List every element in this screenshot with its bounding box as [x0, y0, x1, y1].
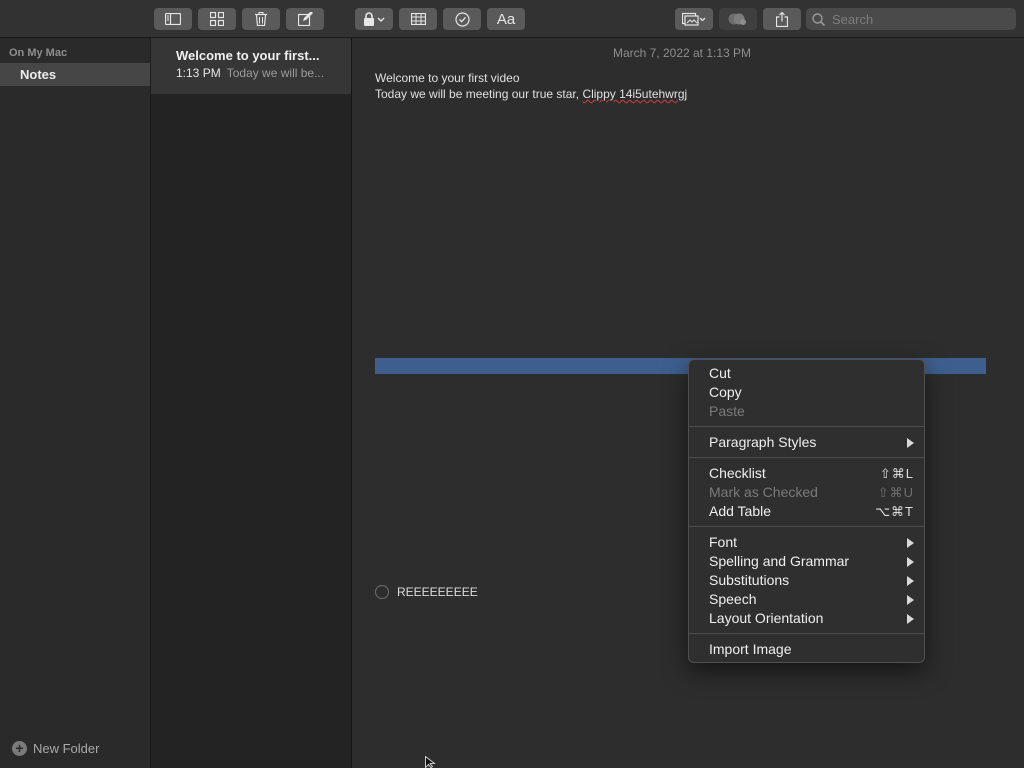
mouse-pointer-icon [425, 756, 436, 768]
menu-item-layout-orientation[interactable]: Layout Orientation [689, 609, 924, 628]
menu-label: Paragraph Styles [709, 434, 817, 450]
trash-icon [255, 12, 267, 26]
note-title: Welcome to your first... [176, 48, 320, 63]
media-icon [682, 12, 706, 26]
collaborate-button[interactable] [719, 8, 757, 30]
note-list: Welcome to your first... 1:13 PM Today we… [151, 38, 352, 768]
menu-item-checklist[interactable]: Checklist ⇧⌘L [689, 464, 924, 483]
lock-menu-button[interactable] [355, 8, 393, 30]
menu-label: Cut [709, 365, 731, 381]
menu-separator [689, 457, 924, 458]
menu-item-mark-as-checked: Mark as Checked ⇧⌘U [689, 483, 924, 502]
note-line-title[interactable]: Welcome to your first video [375, 71, 520, 85]
checklist-icon [454, 11, 470, 27]
menu-item-font[interactable]: Font [689, 533, 924, 552]
toolbar: Aa [0, 0, 1024, 38]
menu-item-import-image[interactable]: Import Image [689, 640, 924, 659]
sidebar-toggle-button[interactable] [154, 8, 192, 30]
menu-label: Mark as Checked [709, 484, 818, 500]
menu-item-speech[interactable]: Speech [689, 590, 924, 609]
submenu-arrow-icon [907, 556, 914, 567]
menu-label: Substitutions [709, 572, 790, 588]
collaborate-icon [728, 13, 746, 25]
search-field[interactable] [806, 8, 1016, 30]
format-text-icon: Aa [496, 10, 516, 28]
menu-label: Copy [709, 384, 742, 400]
menu-item-add-table[interactable]: Add Table ⌥⌘T [689, 502, 924, 521]
menu-label: Layout Orientation [709, 610, 824, 626]
note-time: 1:13 PM [176, 66, 221, 80]
notes-app-window: Aa Search On My Mac Notes + New Folder W… [0, 0, 1024, 768]
menu-label: Checklist [709, 465, 766, 481]
checklist-button[interactable] [443, 8, 481, 30]
format-button[interactable]: Aa [487, 8, 525, 30]
checklist-item-text[interactable]: REEEEEEEEE [397, 585, 478, 599]
compose-button[interactable] [286, 8, 324, 30]
gallery-view-button[interactable] [198, 8, 236, 30]
compose-icon [297, 12, 313, 26]
share-icon [776, 11, 788, 27]
note-snippet: Today we will be... [226, 66, 325, 80]
submenu-arrow-icon [907, 437, 914, 448]
share-button[interactable] [763, 8, 801, 30]
gallery-view-icon [210, 12, 224, 26]
menu-separator [689, 426, 924, 427]
checklist-item[interactable]: REEEEEEEEE [375, 585, 478, 599]
submenu-arrow-icon [907, 594, 914, 605]
note-meta: 1:13 PM Today we will be... [176, 66, 341, 80]
menu-label: Import Image [709, 641, 792, 657]
search-input[interactable] [830, 10, 1000, 28]
menu-item-substitutions[interactable]: Substitutions [689, 571, 924, 590]
menu-item-paste: Paste [689, 402, 924, 421]
delete-button[interactable] [242, 8, 280, 30]
menu-label: Add Table [709, 503, 772, 519]
new-folder-label: New Folder [33, 741, 100, 756]
table-icon [410, 13, 426, 25]
menu-item-copy[interactable]: Copy [689, 383, 924, 402]
misspelled-word[interactable]: Clippy 14i5utehwrgj [582, 87, 687, 101]
note-list-item[interactable]: Welcome to your first... 1:13 PM Today we… [151, 38, 351, 94]
context-menu: Cut Copy Paste Paragraph Styles Checklis… [688, 359, 925, 663]
plus-circle-icon: + [12, 741, 27, 756]
new-folder-button[interactable]: + New Folder [12, 741, 99, 756]
submenu-arrow-icon [907, 537, 914, 548]
checkbox-circle-icon[interactable] [375, 585, 389, 599]
menu-label: Speech [709, 591, 757, 607]
menu-label: Spelling and Grammar [709, 553, 850, 569]
menu-item-cut[interactable]: Cut [689, 364, 924, 383]
media-button[interactable] [675, 8, 713, 30]
submenu-arrow-icon [907, 575, 914, 586]
menu-shortcut: ⇧⌘U [877, 485, 914, 500]
lock-icon [364, 12, 385, 26]
menu-label: Paste [709, 403, 745, 419]
note-date: March 7, 2022 at 1:13 PM [612, 46, 752, 60]
menu-separator [689, 633, 924, 634]
menu-item-spelling-and-grammar[interactable]: Spelling and Grammar [689, 552, 924, 571]
menu-shortcut: ⌥⌘T [875, 504, 914, 519]
sidebar-item-notes[interactable]: Notes [0, 63, 150, 86]
menu-label: Font [709, 534, 738, 550]
table-button[interactable] [399, 8, 437, 30]
sidebar-toggle-icon [165, 13, 181, 25]
menu-shortcut: ⇧⌘L [879, 466, 914, 481]
submenu-arrow-icon [907, 613, 914, 624]
search-icon [812, 12, 825, 26]
note-line-body-text: Today we will be meeting our true star, [375, 87, 583, 101]
sidebar-section-header: On My Mac [9, 47, 68, 59]
menu-separator [689, 526, 924, 527]
note-line-body[interactable]: Today we will be meeting our true star, … [375, 87, 687, 101]
folders-sidebar: On My Mac Notes + New Folder [0, 38, 151, 768]
menu-item-paragraph-styles[interactable]: Paragraph Styles [689, 433, 924, 452]
